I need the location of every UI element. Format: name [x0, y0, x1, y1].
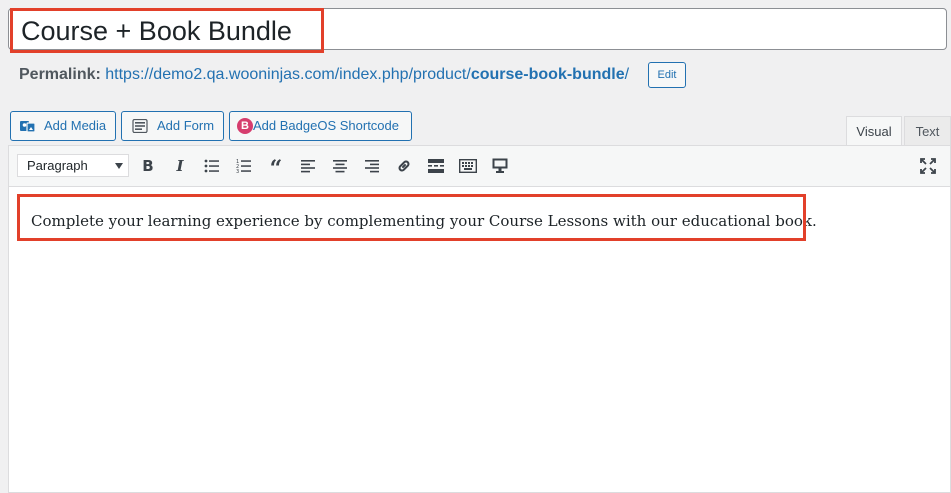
tab-visual[interactable]: Visual	[846, 116, 902, 146]
badgeos-icon: B	[237, 118, 253, 134]
add-form-button[interactable]: Add Form	[121, 111, 224, 141]
monitor-icon[interactable]	[490, 156, 510, 176]
permalink-slug: course-book-bundle	[470, 66, 625, 83]
title-field[interactable]: Course + Book Bundle	[8, 8, 947, 50]
italic-icon[interactable]: I	[170, 156, 190, 176]
add-media-button[interactable]: Add Media	[10, 111, 116, 141]
permalink-row: Permalink: https://demo2.qa.wooninjas.co…	[19, 66, 629, 84]
chevron-down-icon	[115, 163, 123, 169]
permalink-trailing: /	[624, 66, 630, 83]
add-media-icon	[20, 121, 36, 133]
permalink-label: Permalink:	[19, 66, 101, 83]
numbered-list-icon[interactable]: 123	[234, 156, 254, 176]
editor-toolbar: Paragraph B I 123 “	[9, 146, 950, 187]
bold-icon[interactable]: B	[138, 156, 158, 176]
add-form-label: Add Form	[157, 118, 215, 133]
editor-area: Paragraph B I 123 “ Complete your learni…	[8, 145, 951, 493]
align-center-icon[interactable]	[330, 156, 350, 176]
add-badgeos-label: Add BadgeOS Shortcode	[253, 118, 399, 133]
title-input-text[interactable]: Course + Book Bundle	[21, 9, 292, 49]
align-left-icon[interactable]	[298, 156, 318, 176]
read-more-icon[interactable]	[426, 156, 446, 176]
add-media-label: Add Media	[44, 118, 107, 133]
bullet-list-icon[interactable]	[202, 156, 222, 176]
svg-text:3: 3	[236, 169, 239, 173]
link-icon[interactable]	[394, 156, 414, 176]
tab-text[interactable]: Text	[904, 116, 951, 146]
permalink-base: https://demo2.qa.wooninjas.com/index.php…	[105, 66, 471, 83]
toolbar-toggle-icon[interactable]	[458, 156, 478, 176]
fullscreen-icon[interactable]	[918, 156, 938, 176]
blockquote-icon[interactable]: “	[266, 156, 286, 182]
editor-content-paragraph[interactable]: Complete your learning experience by com…	[31, 212, 817, 230]
format-select-value: Paragraph	[27, 158, 88, 173]
form-icon	[132, 119, 148, 133]
align-right-icon[interactable]	[362, 156, 382, 176]
format-select[interactable]: Paragraph	[17, 154, 129, 177]
permalink-link[interactable]: https://demo2.qa.wooninjas.com/index.php…	[105, 66, 629, 83]
add-badgeos-shortcode-button[interactable]: B Add BadgeOS Shortcode	[229, 111, 412, 141]
edit-permalink-button[interactable]: Edit	[648, 62, 686, 88]
